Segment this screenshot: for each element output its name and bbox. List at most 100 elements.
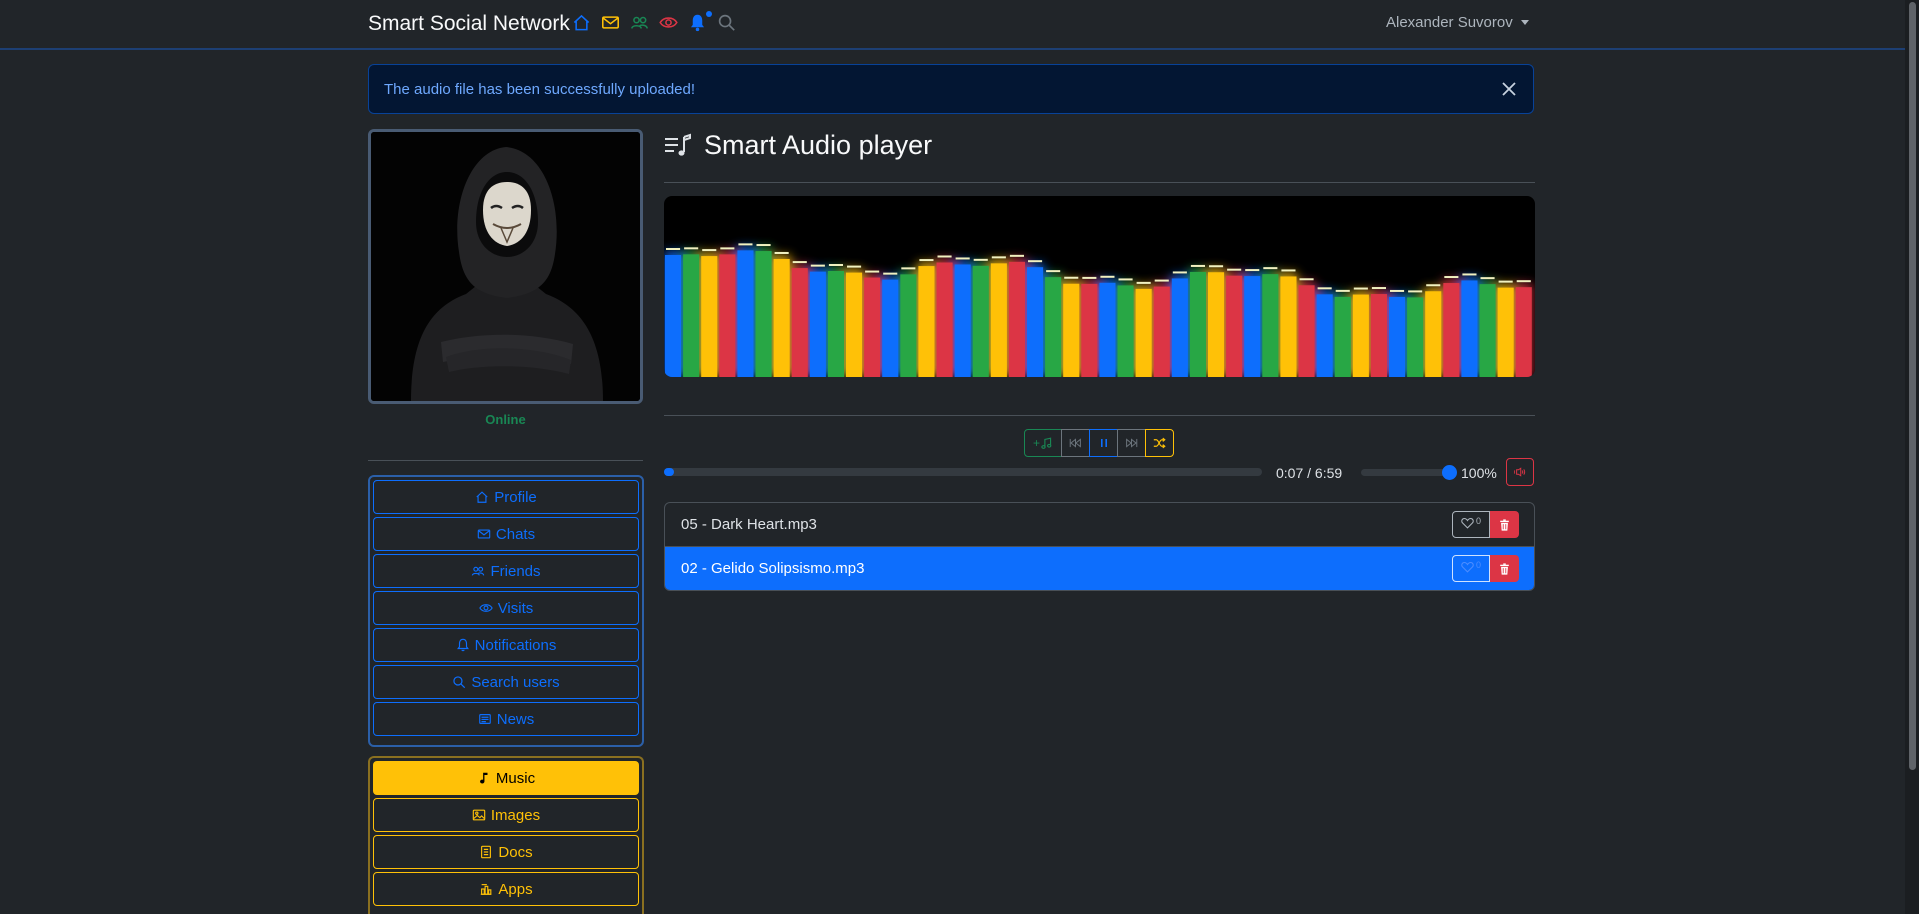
shuffle-button[interactable]: [1145, 429, 1174, 457]
visualizer-bar: [1153, 286, 1170, 377]
scrollbar-thumb[interactable]: [1909, 2, 1916, 770]
visualizer-bar: [1515, 287, 1532, 377]
next-button[interactable]: [1117, 429, 1146, 457]
visualizer-peak: [1118, 278, 1133, 281]
home-icon[interactable]: [572, 13, 591, 32]
visualizer-divider: [664, 415, 1535, 416]
trash-icon: [1500, 562, 1509, 575]
media-menu: Music Images Docs Apps: [368, 756, 644, 914]
visualizer-bar: [791, 268, 808, 377]
alert-message: The audio file has been successfully upl…: [384, 81, 696, 98]
visualizer-peak: [919, 259, 934, 262]
player-header: Smart Audio player: [664, 130, 932, 161]
sidebar-item-visits[interactable]: Visits: [373, 591, 639, 625]
visualizer-bar: [1063, 283, 1080, 377]
visualizer-peak: [901, 267, 916, 270]
visualizer-bar: [755, 251, 772, 377]
visualizer-peak: [774, 251, 789, 254]
playlist: 05 - Dark Heart.mp3 0 02 - Gelido Solips…: [664, 502, 1535, 591]
visualizer-peak: [1136, 281, 1151, 284]
sidebar-item-docs[interactable]: Docs: [373, 835, 639, 869]
sidebar-item-label: Images: [490, 806, 541, 824]
visualizer-peak: [865, 270, 880, 273]
people-icon[interactable]: [630, 13, 649, 32]
navbar-icons: [572, 11, 736, 32]
visualizer-bar: [1407, 297, 1424, 377]
visualizer-bar: [1316, 294, 1333, 377]
visualizer-peak: [810, 264, 825, 267]
sidebar-item-images[interactable]: Images: [373, 798, 639, 832]
visualizer-bar: [773, 258, 790, 377]
visualizer-peak: [1390, 289, 1405, 292]
visualizer-bar: [1334, 296, 1351, 377]
music-note-icon: [1041, 437, 1052, 449]
visualizer-bar: [719, 254, 736, 377]
like-button[interactable]: 0: [1452, 511, 1490, 538]
track-progress-bar[interactable]: [664, 468, 1262, 476]
visualizer-peak: [1281, 269, 1296, 272]
pause-button[interactable]: [1089, 429, 1118, 457]
visualizer-peak: [1064, 276, 1079, 279]
sidebar-item-apps[interactable]: Apps: [373, 872, 639, 906]
sidebar-item-news[interactable]: News: [373, 702, 639, 736]
trash-icon: [1500, 518, 1509, 531]
search-icon: [453, 676, 466, 689]
delete-track-button[interactable]: [1490, 511, 1519, 538]
envelope-icon[interactable]: [601, 13, 620, 32]
sidebar-item-notifications[interactable]: Notifications: [373, 628, 639, 662]
visualizer-peak: [702, 249, 717, 252]
visualizer-peak: [937, 255, 952, 258]
bell-icon[interactable]: [688, 11, 712, 32]
visualizer-bar: [936, 262, 953, 377]
apps-icon: [481, 884, 492, 895]
sidebar-item-profile[interactable]: Profile: [373, 480, 639, 514]
chevron-down-icon: [1520, 20, 1529, 25]
add-track-button[interactable]: +: [1024, 429, 1062, 457]
sidebar-item-label: Apps: [498, 880, 533, 898]
visualizer-bar: [827, 270, 844, 377]
visualizer-bar: [809, 271, 826, 377]
visualizer-peak: [1444, 276, 1459, 279]
sidebar-item-label: Friends: [490, 562, 541, 580]
brand-logo[interactable]: Smart Social Network: [368, 12, 570, 36]
sidebar-item-music[interactable]: Music: [373, 761, 639, 795]
avatar[interactable]: [368, 129, 643, 404]
user-name: Alexander Suvorov: [1386, 14, 1513, 31]
like-button[interactable]: 0: [1452, 555, 1490, 582]
mute-button[interactable]: [1506, 458, 1534, 486]
online-status: Online: [485, 412, 526, 427]
volume-slider-thumb[interactable]: [1442, 465, 1457, 480]
visualizer-bar: [918, 266, 935, 377]
visualizer-peak: [666, 248, 681, 250]
delete-track-button[interactable]: [1490, 555, 1519, 582]
visualizer-bar: [1479, 284, 1496, 377]
search-icon[interactable]: [717, 13, 736, 32]
sidebar-item-chats[interactable]: Chats: [373, 517, 639, 551]
visualizer-bar: [882, 279, 899, 377]
eye-icon[interactable]: [659, 13, 678, 32]
title-divider: [664, 182, 1535, 183]
visualizer-bar: [864, 277, 881, 377]
previous-button[interactable]: [1061, 429, 1090, 457]
sidebar-item-search-users[interactable]: Search users: [373, 665, 639, 699]
playlist-item-active[interactable]: 02 - Gelido Solipsismo.mp3 0: [665, 547, 1534, 590]
close-icon[interactable]: [1499, 79, 1519, 99]
like-count: 0: [1475, 560, 1481, 570]
visualizer-bar: [1497, 287, 1514, 377]
page-scrollbar[interactable]: [1905, 0, 1919, 914]
sidebar-item-friends[interactable]: Friends: [373, 554, 639, 588]
visualizer-peak: [1190, 264, 1205, 267]
home-icon: [476, 491, 488, 503]
volume-slider[interactable]: [1361, 465, 1457, 480]
pause-icon: [1100, 439, 1107, 447]
music-playlist-icon: [664, 133, 692, 159]
visualizer-peak: [1498, 280, 1513, 283]
visualizer-bar: [1008, 261, 1025, 377]
visualizer-bar: [846, 272, 863, 377]
playlist-item[interactable]: 05 - Dark Heart.mp3 0: [665, 503, 1534, 547]
sidebar-item-label: Docs: [498, 843, 533, 861]
user-dropdown[interactable]: Alexander Suvorov: [1386, 14, 1529, 31]
visualizer-peak: [1299, 278, 1314, 281]
visualizer-bar: [1262, 274, 1279, 377]
visualizer-peak: [1408, 290, 1423, 293]
